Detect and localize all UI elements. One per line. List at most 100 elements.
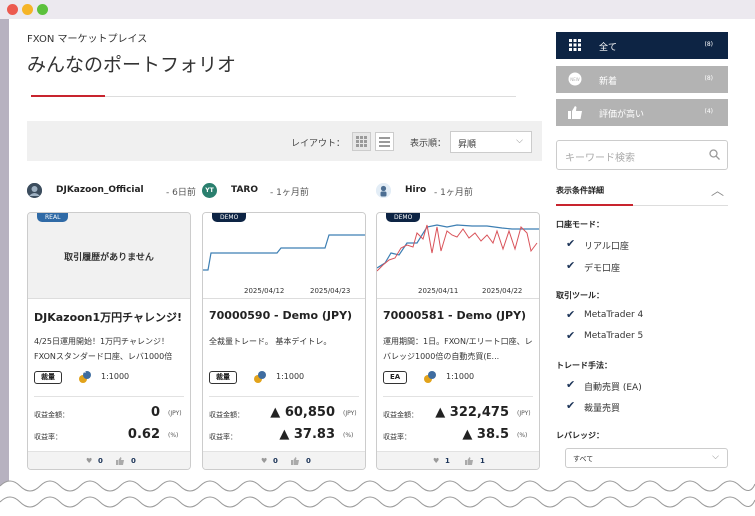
keyword-search-input[interactable]: キーワード検索	[556, 140, 728, 170]
leverage-select-value: すべて	[573, 455, 594, 463]
divider	[377, 298, 539, 299]
trade-method-badge: EA	[383, 371, 408, 384]
author-name: Hiro	[405, 185, 427, 195]
avatar	[376, 183, 391, 198]
performance-chart: DEMO 2025/04/12 2025/04/23	[203, 213, 365, 298]
return-rate-value: ▲ 38.5	[462, 427, 509, 442]
portfolio-name: 70000590 - Demo (JPY)	[209, 309, 353, 322]
browser-window: FXON マーケットプレイス みんなのポートフォリオ レイアウト： 表示順： 昇…	[0, 0, 755, 516]
return-rate-value: 0.62	[127, 427, 160, 442]
close-window-button[interactable]	[7, 4, 18, 15]
return-rate-unit: (%)	[517, 432, 528, 439]
author-name: DJKazoon_Official	[56, 185, 144, 195]
profit-label: 収益金額：	[34, 411, 69, 419]
chart-end-date: 2025/04/22	[482, 287, 523, 295]
page-title: みんなのポートフォリオ	[27, 54, 237, 76]
trade-tool-label: 取引ツール：	[556, 291, 604, 300]
profit-value: 0	[150, 405, 160, 420]
list-layout-button[interactable]	[375, 132, 394, 151]
filter-details-toggle[interactable]: 表示条件詳細 ︿	[556, 184, 728, 199]
no-history-text: 取引履歴がありません	[64, 253, 154, 263]
sort-select[interactable]: 昇順 ⌵	[450, 131, 532, 153]
search-placeholder: キーワード検索	[565, 153, 635, 164]
divider	[203, 298, 365, 299]
checkbox-label: MetaTrader 4	[584, 310, 644, 320]
return-rate-label: 収益率：	[383, 433, 411, 441]
torn-edge-decoration	[0, 480, 755, 516]
return-rate-label: 収益率：	[209, 433, 237, 441]
profit-label: 収益金額：	[209, 411, 244, 419]
card-author[interactable]: YT TARO - 1ヶ月前	[202, 181, 372, 201]
chart-end-date: 2025/04/23	[310, 287, 351, 295]
filter-top-rated-label: 評価が高い	[599, 110, 645, 120]
return-rate-unit: (%)	[343, 432, 354, 439]
post-time: - 1ヶ月前	[270, 188, 309, 198]
filter-new-button[interactable]: NEW 新着 (8)	[556, 66, 728, 93]
filter-all-button[interactable]: 全て (8)	[556, 32, 728, 59]
list-icon	[379, 137, 390, 147]
return-rate-value: ▲ 37.83	[279, 427, 335, 442]
filter-top-rated-button[interactable]: 評価が高い (4)	[556, 99, 728, 126]
checkbox-label: リアル口座	[584, 242, 629, 252]
checkbox-label: デモ口座	[584, 264, 621, 274]
like-count: 1	[445, 457, 450, 465]
avatar	[27, 183, 42, 198]
portfolio-name: DJKazoon1万円チャレンジ!	[34, 311, 183, 324]
heart-icon[interactable]: ♥	[261, 457, 267, 465]
checkbox-label: 自動売買 (EA)	[584, 383, 642, 393]
title-accent	[31, 95, 105, 97]
layout-label: レイアウト：	[291, 139, 346, 149]
trade-method-label: トレード手法：	[556, 361, 612, 370]
grid-layout-button[interactable]	[352, 132, 371, 151]
filter-all-count: (8)	[704, 41, 714, 48]
portfolio-card[interactable]: DEMO 2025/04/12 2025/04/23 70000590 - De…	[202, 212, 366, 470]
leverage-select[interactable]: すべて ⌵	[565, 448, 728, 468]
profit-unit: (JPY)	[343, 410, 357, 417]
checkmark-icon: ✔	[566, 237, 576, 250]
portfolio-description: 運用期間：1日。FXON/エリート口座、レバレッジ1000倍の自動売買(E...	[383, 337, 533, 361]
page-content: FXON マーケットプレイス みんなのポートフォリオ レイアウト： 表示順： 昇…	[9, 19, 755, 516]
svg-text:NEW: NEW	[570, 77, 580, 82]
heart-icon[interactable]: ♥	[433, 457, 439, 465]
account-tag: DEMO	[212, 213, 247, 222]
thumbs-count: 1	[480, 457, 485, 465]
account-tag: REAL	[37, 213, 69, 222]
equity-line	[203, 234, 365, 271]
portfolio-card[interactable]: DEMO 2025/04/11 2025/04/22 70000581 - De…	[376, 212, 540, 470]
coins-icon	[254, 371, 266, 383]
zoom-window-button[interactable]	[37, 4, 48, 15]
account-mode-label: 口座モード：	[556, 220, 604, 229]
minimize-window-button[interactable]	[22, 4, 33, 15]
card-author[interactable]: Hiro - 1ヶ月前	[376, 181, 546, 201]
like-count: 0	[273, 457, 278, 465]
checkmark-icon: ✔	[566, 378, 576, 391]
leverage-value: 1:1000	[446, 372, 475, 381]
search-icon[interactable]	[709, 149, 720, 160]
window-titlebar	[0, 0, 755, 19]
profit-value: ▲ 60,850	[270, 405, 335, 420]
filter-accent	[556, 204, 633, 206]
avatar: YT	[202, 183, 217, 198]
portfolio-card[interactable]: REAL 取引履歴がありません DJKazoon1万円チャレンジ! 4/25日運…	[27, 212, 191, 470]
sort-label: 表示順：	[410, 139, 447, 149]
chevron-up-icon[interactable]: ︿	[711, 180, 724, 199]
filter-top-rated-count: (4)	[704, 108, 714, 115]
equity-lines	[377, 224, 539, 272]
account-tag: DEMO	[386, 213, 421, 222]
performance-chart: DEMO 2025/04/11 2025/04/22	[377, 213, 539, 298]
chevron-down-icon: ⌵	[712, 452, 719, 462]
coins-icon	[79, 371, 91, 383]
post-time: - 1ヶ月前	[434, 188, 473, 198]
checkbox-label: 裁量売買	[584, 404, 621, 414]
grid-icon	[569, 39, 581, 51]
checkmark-icon: ✔	[566, 399, 576, 412]
filter-details-title: 表示条件詳細	[556, 186, 604, 195]
divider	[209, 396, 359, 397]
portfolio-description: 4/25日運用開始！1万円チャレンジ！FXONスタンダード口座、レバ1000倍	[34, 337, 173, 361]
thumbs-count: 0	[131, 457, 136, 465]
heart-icon[interactable]: ♥	[86, 457, 92, 465]
breadcrumb[interactable]: FXON マーケットプレイス	[27, 30, 147, 45]
divider	[28, 298, 190, 299]
card-author[interactable]: DJKazoon_Official - 6日前	[27, 181, 197, 201]
thumbs-up-icon	[568, 106, 582, 119]
